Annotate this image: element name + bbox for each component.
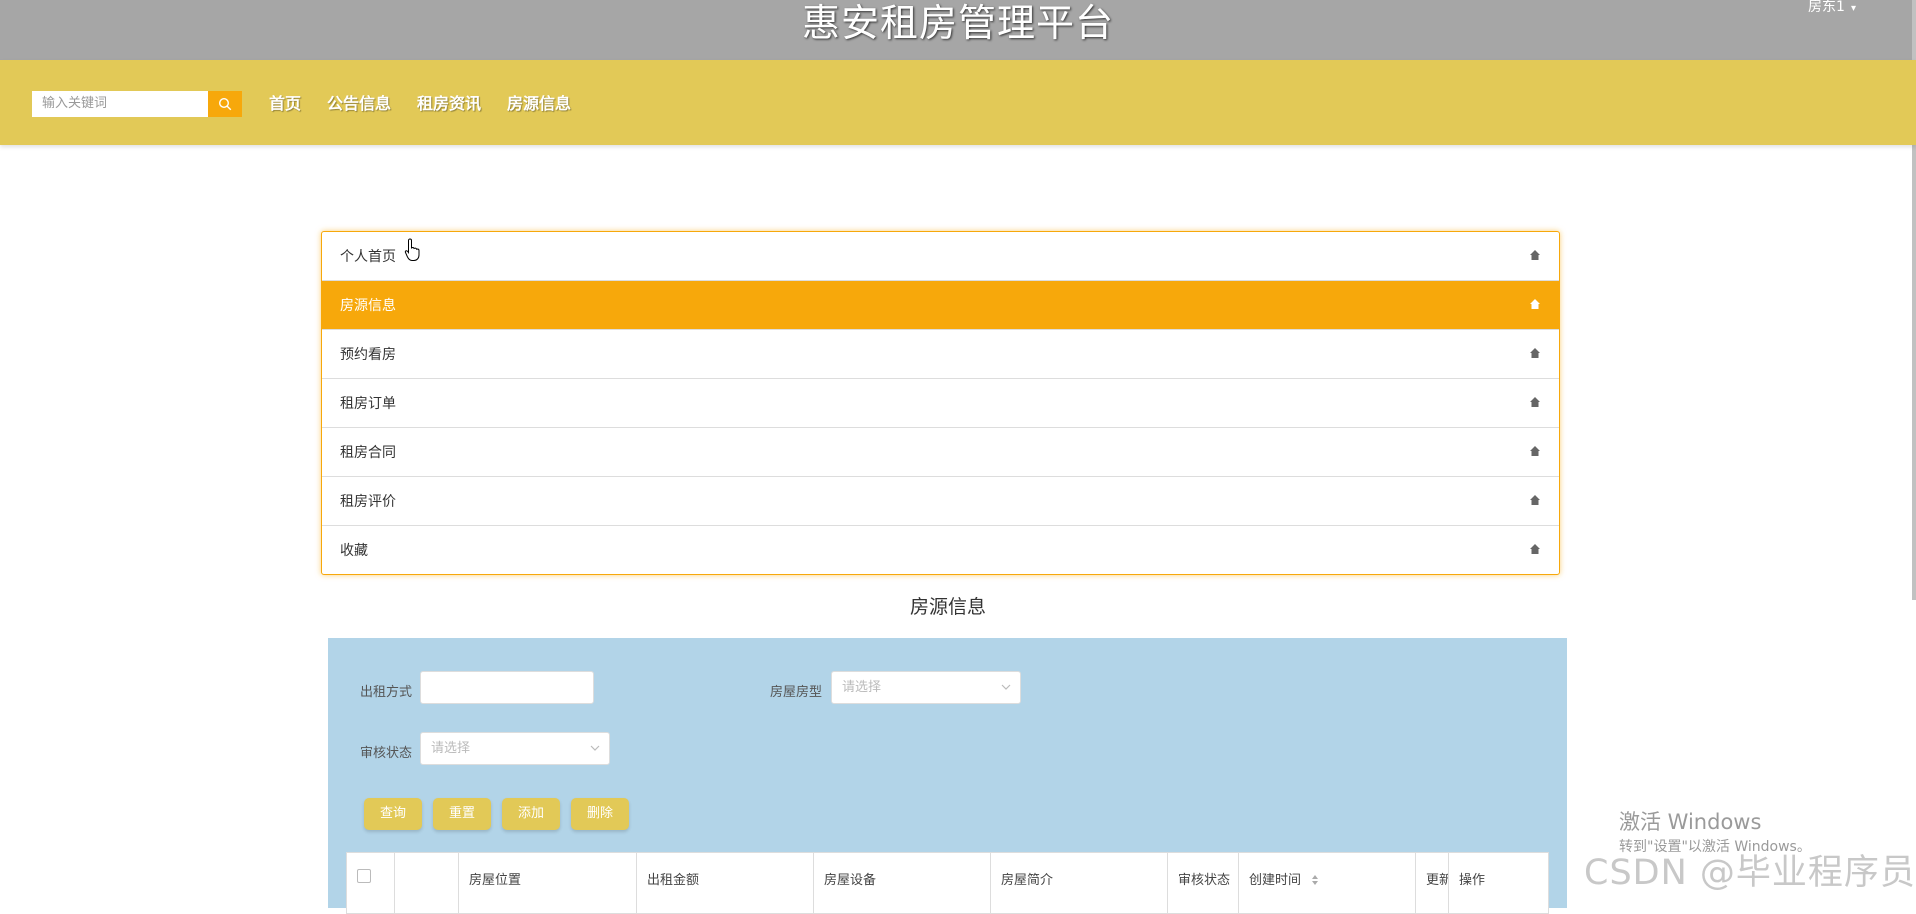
search-button[interactable] <box>208 91 242 117</box>
menu-item-label: 预约看房 <box>340 347 396 363</box>
audit-status-placeholder: 请选择 <box>431 741 471 756</box>
hand-pointer-cursor-icon <box>404 238 420 261</box>
chevron-down-icon <box>590 745 600 751</box>
home-icon <box>1530 544 1540 554</box>
column-header-updated: 更新 <box>1416 853 1449 913</box>
navbar: 输入关键词 首页 公告信息 租房资讯 房源信息 <box>0 60 1916 145</box>
column-header-description: 房屋简介 <box>991 853 1168 913</box>
column-header-location: 房屋位置 <box>459 853 637 913</box>
home-icon <box>1530 250 1540 260</box>
menu-item-viewing-appointment[interactable]: 预约看房 <box>322 330 1559 379</box>
filter-panel: 出租方式 房屋房型 请选择 审核状态 请选择 查询 重置 添加 删除 房屋位置 … <box>328 638 1567 914</box>
search-input[interactable]: 输入关键词 <box>32 91 208 117</box>
top-header: 惠安租房管理平台 房东1 ▾ <box>0 0 1916 60</box>
home-icon <box>1530 495 1540 505</box>
menu-item-label: 租房订单 <box>340 396 396 412</box>
reset-button[interactable]: 重置 <box>433 798 491 830</box>
column-header-rent-amount: 出租金额 <box>637 853 814 913</box>
column-header-actions: 操作 <box>1459 873 1486 888</box>
house-type-select[interactable]: 请选择 <box>831 671 1021 704</box>
csdn-watermark: CSDN @毕业程序员 <box>1584 853 1916 893</box>
sort-icon <box>1312 875 1319 885</box>
menu-item-rental-reviews[interactable]: 租房评价 <box>322 477 1559 526</box>
nav-link-listings[interactable]: 房源信息 <box>507 90 571 114</box>
house-type-label: 房屋房型 <box>770 685 823 700</box>
audit-status-label: 审核状态 <box>360 746 413 761</box>
menu-item-house-info[interactable]: 房源信息 <box>322 281 1559 330</box>
house-type-placeholder: 请选择 <box>842 680 882 695</box>
select-all-header <box>347 853 395 913</box>
nav-links: 首页 公告信息 租房资讯 房源信息 <box>269 90 571 114</box>
nav-link-notices[interactable]: 公告信息 <box>327 90 391 114</box>
home-icon <box>1530 446 1540 456</box>
rent-type-input[interactable] <box>420 671 594 704</box>
column-header-label: 创建时间 <box>1249 873 1302 888</box>
menu-item-rental-contracts[interactable]: 租房合同 <box>322 428 1559 477</box>
home-icon <box>1530 348 1540 358</box>
user-center-menu: 个人首页 房源信息 预约看房 租房订单 租房合同 租房评价 收藏 <box>321 231 1560 575</box>
menu-item-label: 租房合同 <box>340 445 396 461</box>
nav-link-news[interactable]: 租房资讯 <box>417 90 481 114</box>
add-button[interactable]: 添加 <box>502 798 560 830</box>
house-table: 房屋位置 出租金额 房屋设备 房屋简介 审核状态 创建时间 更新 操作 <box>346 852 1549 914</box>
menu-item-label: 房源信息 <box>340 298 396 314</box>
home-icon <box>1530 299 1540 309</box>
windows-activation-title: 激活 Windows <box>1619 810 1762 834</box>
nav-link-home[interactable]: 首页 <box>269 90 301 114</box>
column-header-facilities: 房屋设备 <box>814 853 991 913</box>
user-menu[interactable]: 房东1 ▾ <box>1808 0 1856 16</box>
menu-item-label: 收藏 <box>340 543 368 559</box>
site-title: 惠安租房管理平台 <box>801 1 1114 45</box>
menu-item-label: 租房评价 <box>340 494 396 510</box>
delete-button[interactable]: 删除 <box>571 798 629 830</box>
column-header-created-time[interactable]: 创建时间 <box>1239 853 1416 913</box>
query-button[interactable]: 查询 <box>364 798 422 830</box>
home-icon <box>1530 397 1540 407</box>
menu-item-label: 个人首页 <box>340 249 396 265</box>
column-header-index <box>395 853 459 913</box>
caret-down-icon: ▾ <box>1850 3 1856 14</box>
search-icon <box>218 97 232 111</box>
menu-item-favorites[interactable]: 收藏 <box>322 526 1559 574</box>
audit-status-select[interactable]: 请选择 <box>420 732 610 765</box>
menu-item-rental-orders[interactable]: 租房订单 <box>322 379 1559 428</box>
user-name: 房东1 <box>1808 0 1845 15</box>
section-title: 房源信息 <box>909 596 986 618</box>
menu-item-profile[interactable]: 个人首页 <box>322 232 1559 281</box>
rent-type-label: 出租方式 <box>360 685 413 700</box>
select-all-checkbox[interactable] <box>357 869 371 883</box>
column-header-audit-status: 审核状态 <box>1168 853 1239 913</box>
chevron-down-icon <box>1001 684 1011 690</box>
